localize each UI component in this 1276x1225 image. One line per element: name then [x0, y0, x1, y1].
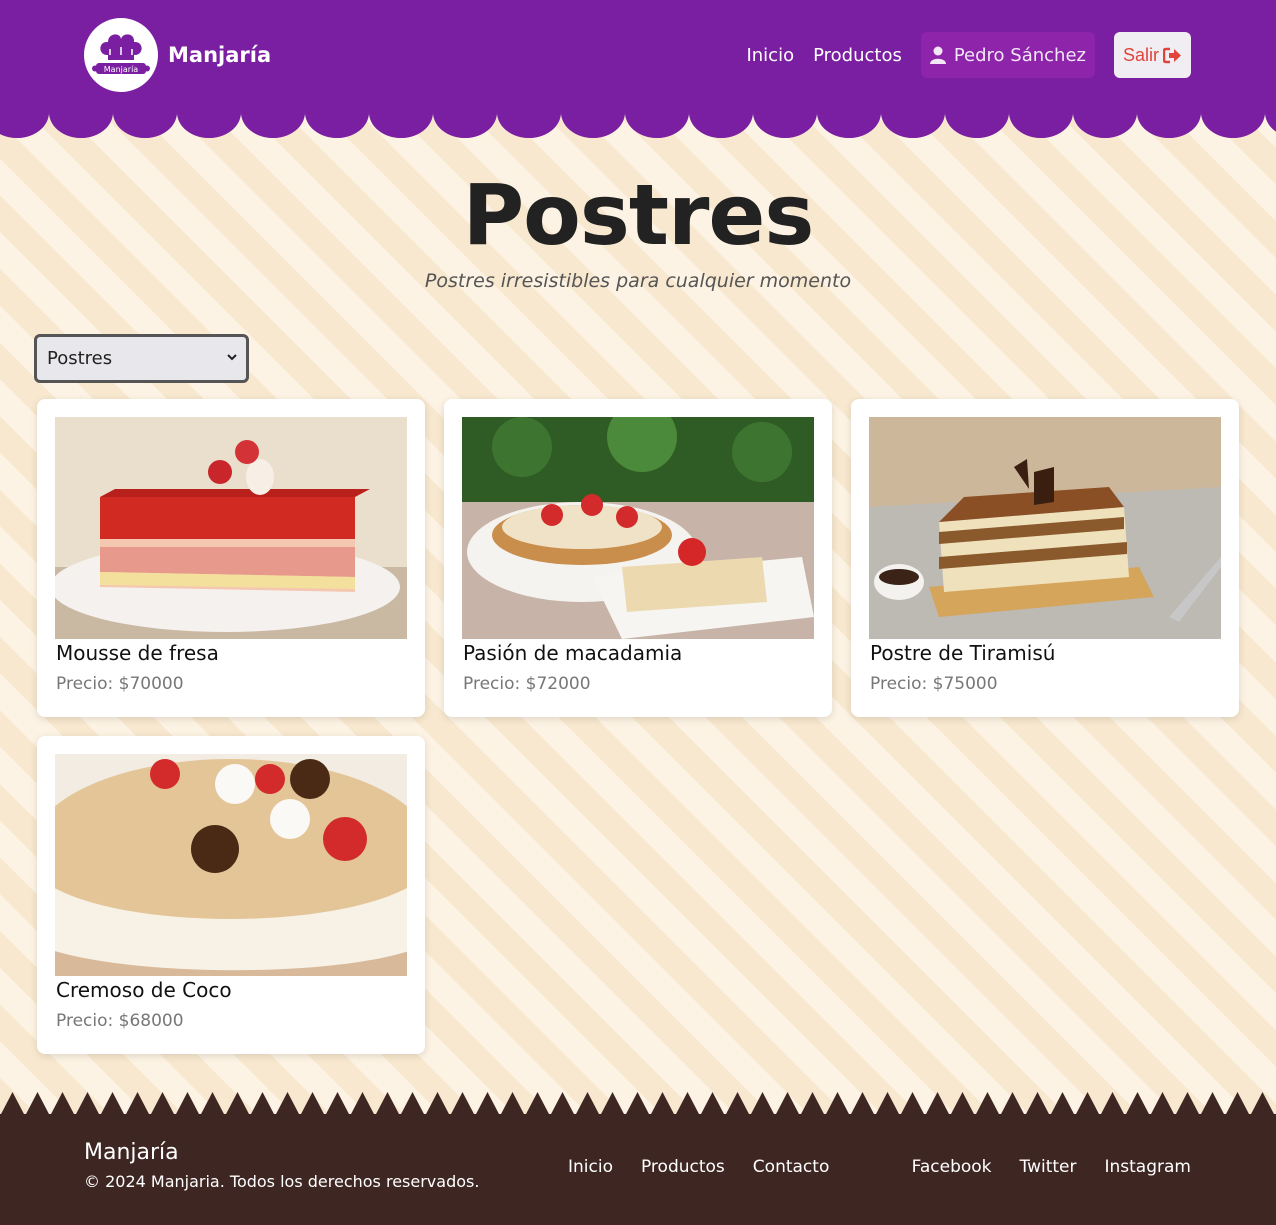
footer-zigzag-border [0, 1090, 1276, 1116]
footer-links: Inicio Productos Contacto [568, 1157, 857, 1177]
category-select[interactable]: Postres [34, 334, 249, 383]
footer-brand: Manjaría [84, 1140, 179, 1165]
footer-link-facebook[interactable]: Facebook [912, 1157, 992, 1177]
product-price: Precio: $75000 [870, 674, 998, 694]
main-nav: Inicio Productos Pedro Sánchez Salir [746, 32, 1191, 78]
product-image[interactable] [869, 417, 1221, 639]
chevron-down-icon [227, 354, 237, 361]
logo-text: Manjaría [104, 65, 139, 74]
logo[interactable]: Manjaría [84, 18, 158, 92]
product-card[interactable]: Cremoso de Coco Precio: $68000 [37, 736, 425, 1054]
logout-label: Salir [1122, 44, 1159, 65]
product-price: Precio: $72000 [463, 674, 591, 694]
user-profile-button[interactable]: Pedro Sánchez [920, 32, 1095, 78]
nav-productos[interactable]: Productos [813, 45, 902, 66]
site-header: Manjaría Manjaría Inicio Productos Pedro… [0, 0, 1276, 138]
category-select-value: Postres [47, 348, 113, 369]
footer-link-productos[interactable]: Productos [641, 1157, 725, 1177]
product-card[interactable]: Postre de Tiramisú Precio: $75000 [851, 399, 1239, 717]
product-price: Precio: $70000 [56, 674, 184, 694]
brand-name[interactable]: Manjaría [168, 43, 271, 67]
footer-link-twitter[interactable]: Twitter [1020, 1157, 1077, 1177]
footer-link-inicio[interactable]: Inicio [568, 1157, 613, 1177]
product-name: Postre de Tiramisú [870, 641, 1056, 665]
product-card[interactable]: Pasión de macadamia Precio: $72000 [444, 399, 832, 717]
product-image[interactable] [55, 417, 407, 639]
user-name: Pedro Sánchez [953, 44, 1086, 66]
product-name: Mousse de fresa [56, 641, 219, 665]
product-image[interactable] [462, 417, 814, 639]
product-image[interactable] [55, 754, 407, 976]
sign-out-icon [1163, 47, 1181, 63]
chef-hat-logo-icon: Manjaría [92, 34, 150, 74]
brand[interactable]: Manjaría Manjaría [84, 18, 271, 92]
footer-link-instagram[interactable]: Instagram [1105, 1157, 1192, 1177]
user-icon [929, 46, 946, 64]
logout-button[interactable]: Salir [1113, 32, 1191, 78]
page-title: Postres [462, 166, 815, 264]
footer-social-links: Facebook Twitter Instagram [912, 1157, 1191, 1177]
product-card[interactable]: Mousse de fresa Precio: $70000 [37, 399, 425, 717]
footer-link-contacto[interactable]: Contacto [753, 1157, 830, 1177]
nav-inicio[interactable]: Inicio [746, 45, 794, 66]
header-scallop-border [0, 112, 1276, 138]
product-price: Precio: $68000 [56, 1011, 184, 1031]
footer-copyright: © 2024 Manjaria. Todos los derechos rese… [84, 1172, 480, 1191]
page-subtitle: Postres irresistibles para cualquier mom… [424, 270, 852, 292]
product-name: Pasión de macadamia [463, 641, 683, 665]
product-name: Cremoso de Coco [56, 978, 232, 1002]
